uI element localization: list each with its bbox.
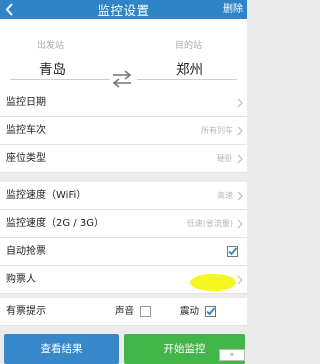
speed-wifi-value: 高速 (217, 191, 233, 200)
row-ticket-alert: 有票提示 声音 震动 (0, 298, 247, 326)
chevron-right-icon (237, 275, 243, 285)
row-speed-mobile[interactable]: 监控速度（2G / 3G） 低速(省流量) (0, 210, 247, 238)
back-button[interactable] (5, 0, 19, 19)
row-auto-grab[interactable]: 自动抢票 (0, 238, 247, 266)
chevron-right-icon (237, 154, 243, 164)
vibrate-label: 震动 (180, 306, 200, 317)
row-monitor-date[interactable]: 监控日期 (0, 89, 247, 117)
speed-mobile-label: 监控速度（2G / 3G） (6, 218, 104, 229)
chevron-right-icon (237, 126, 243, 136)
row-speed-wifi[interactable]: 监控速度（WiFi） 高速 (0, 182, 247, 210)
page-title: 监控设置 (97, 3, 150, 18)
watermark-logo: ≡ (219, 349, 245, 361)
station-panel: 出发站 青岛 目的站 郑州 (0, 19, 247, 89)
checkmark-icon (206, 307, 216, 316)
to-station-underline (137, 79, 237, 80)
redaction-highlight (190, 274, 236, 291)
speed-mobile-value: 低速(省流量) (186, 219, 233, 228)
from-station-caption: 出发站 (37, 41, 65, 51)
auto-grab-label: 自动抢票 (6, 246, 46, 257)
view-results-button[interactable]: 查看结果 (4, 334, 119, 364)
vibrate-checkbox[interactable] (205, 306, 216, 317)
row-seat-type[interactable]: 座位类型 硬卧 (0, 145, 247, 173)
top-bar: 监控设置 删除 (0, 0, 247, 19)
swap-arrows-icon[interactable] (110, 67, 134, 91)
speed-wifi-label: 监控速度（WiFi） (6, 190, 87, 201)
chevron-right-icon (237, 219, 243, 229)
ticket-alert-label: 有票提示 (6, 306, 46, 317)
seat-type-label: 座位类型 (6, 153, 46, 164)
from-station-name: 青岛 (39, 62, 66, 78)
monitor-date-label: 监控日期 (6, 97, 46, 108)
auto-grab-checkbox[interactable] (227, 246, 238, 257)
sound-checkbox[interactable] (140, 306, 151, 317)
monitor-train-label: 监控车次 (6, 125, 46, 136)
delete-button[interactable]: 删除 (223, 0, 243, 19)
seat-type-value: 硬卧 (217, 154, 233, 163)
row-monitor-train[interactable]: 监控车次 所有列车 (0, 117, 247, 145)
chevron-right-icon (237, 191, 243, 201)
to-station-name: 郑州 (176, 62, 203, 78)
monitor-train-value: 所有列车 (201, 126, 233, 135)
sound-label: 声音 (115, 306, 135, 317)
to-station-caption: 目的站 (175, 41, 203, 51)
chevron-left-icon (5, 3, 13, 16)
checkmark-icon (228, 247, 238, 256)
chevron-right-icon (237, 98, 243, 108)
passenger-label: 购票人 (6, 274, 36, 285)
from-station-underline (10, 79, 110, 80)
